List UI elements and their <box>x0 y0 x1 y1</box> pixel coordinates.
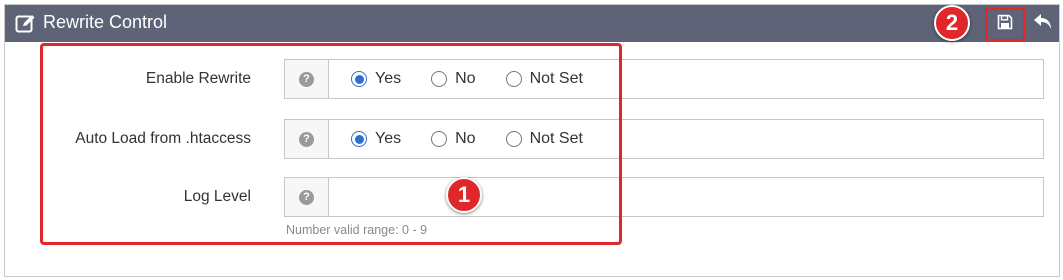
radio-label: Not Set <box>529 70 583 87</box>
radio-no[interactable]: No <box>431 70 476 88</box>
auto-load-htaccess-label: Auto Load from .htaccess <box>75 130 251 147</box>
radio-label: Not Set <box>529 130 583 147</box>
radio-no[interactable]: No <box>431 130 476 148</box>
radio-not-set[interactable]: Not Set <box>505 70 583 88</box>
page-title: Rewrite Control <box>43 12 168 32</box>
callout-badge-1: 1 <box>446 177 482 213</box>
help-button[interactable]: ? <box>285 120 329 158</box>
radio-not-set[interactable]: Not Set <box>505 130 583 148</box>
help-icon: ? <box>299 189 314 205</box>
radio-label: No <box>455 130 476 147</box>
radio-button-checked[interactable] <box>351 71 367 87</box>
help-icon: ? <box>299 131 314 147</box>
radio-button[interactable] <box>431 131 448 147</box>
auto-load-radio-group: Yes No Not Set <box>351 120 613 158</box>
radio-button[interactable] <box>505 71 522 87</box>
save-icon <box>997 14 1013 35</box>
back-arrow-icon <box>1032 14 1054 36</box>
radio-label: Yes <box>375 130 402 147</box>
log-level-hint: Number valid range: 0 - 9 <box>286 223 428 237</box>
help-button[interactable]: ? <box>285 178 329 216</box>
edit-icon <box>15 13 37 33</box>
enable-rewrite-radio-group: Yes No Not Set <box>351 60 613 98</box>
radio-button[interactable] <box>505 131 522 147</box>
help-button[interactable]: ? <box>285 60 329 98</box>
radio-label: No <box>455 70 476 87</box>
panel-header: Rewrite Control <box>5 5 1059 42</box>
radio-yes[interactable]: Yes <box>351 70 401 88</box>
save-button[interactable] <box>985 8 1025 41</box>
radio-label: Yes <box>375 70 402 87</box>
callout-badge-2: 2 <box>934 5 970 41</box>
radio-button[interactable] <box>431 71 448 87</box>
enable-rewrite-label: Enable Rewrite <box>145 70 251 87</box>
radio-yes[interactable]: Yes <box>351 130 401 148</box>
log-level-label: Log Level <box>183 188 251 205</box>
help-icon: ? <box>299 71 314 87</box>
radio-button-checked[interactable] <box>351 131 367 147</box>
enable-rewrite-field: ? Yes No Not Set <box>284 59 1044 99</box>
log-level-input[interactable] <box>329 178 1043 216</box>
auto-load-htaccess-field: ? Yes No Not Set <box>284 119 1044 159</box>
log-level-field: ? <box>284 177 1044 217</box>
header-title-group: Rewrite Control <box>15 12 167 33</box>
back-button[interactable] <box>1032 12 1056 34</box>
